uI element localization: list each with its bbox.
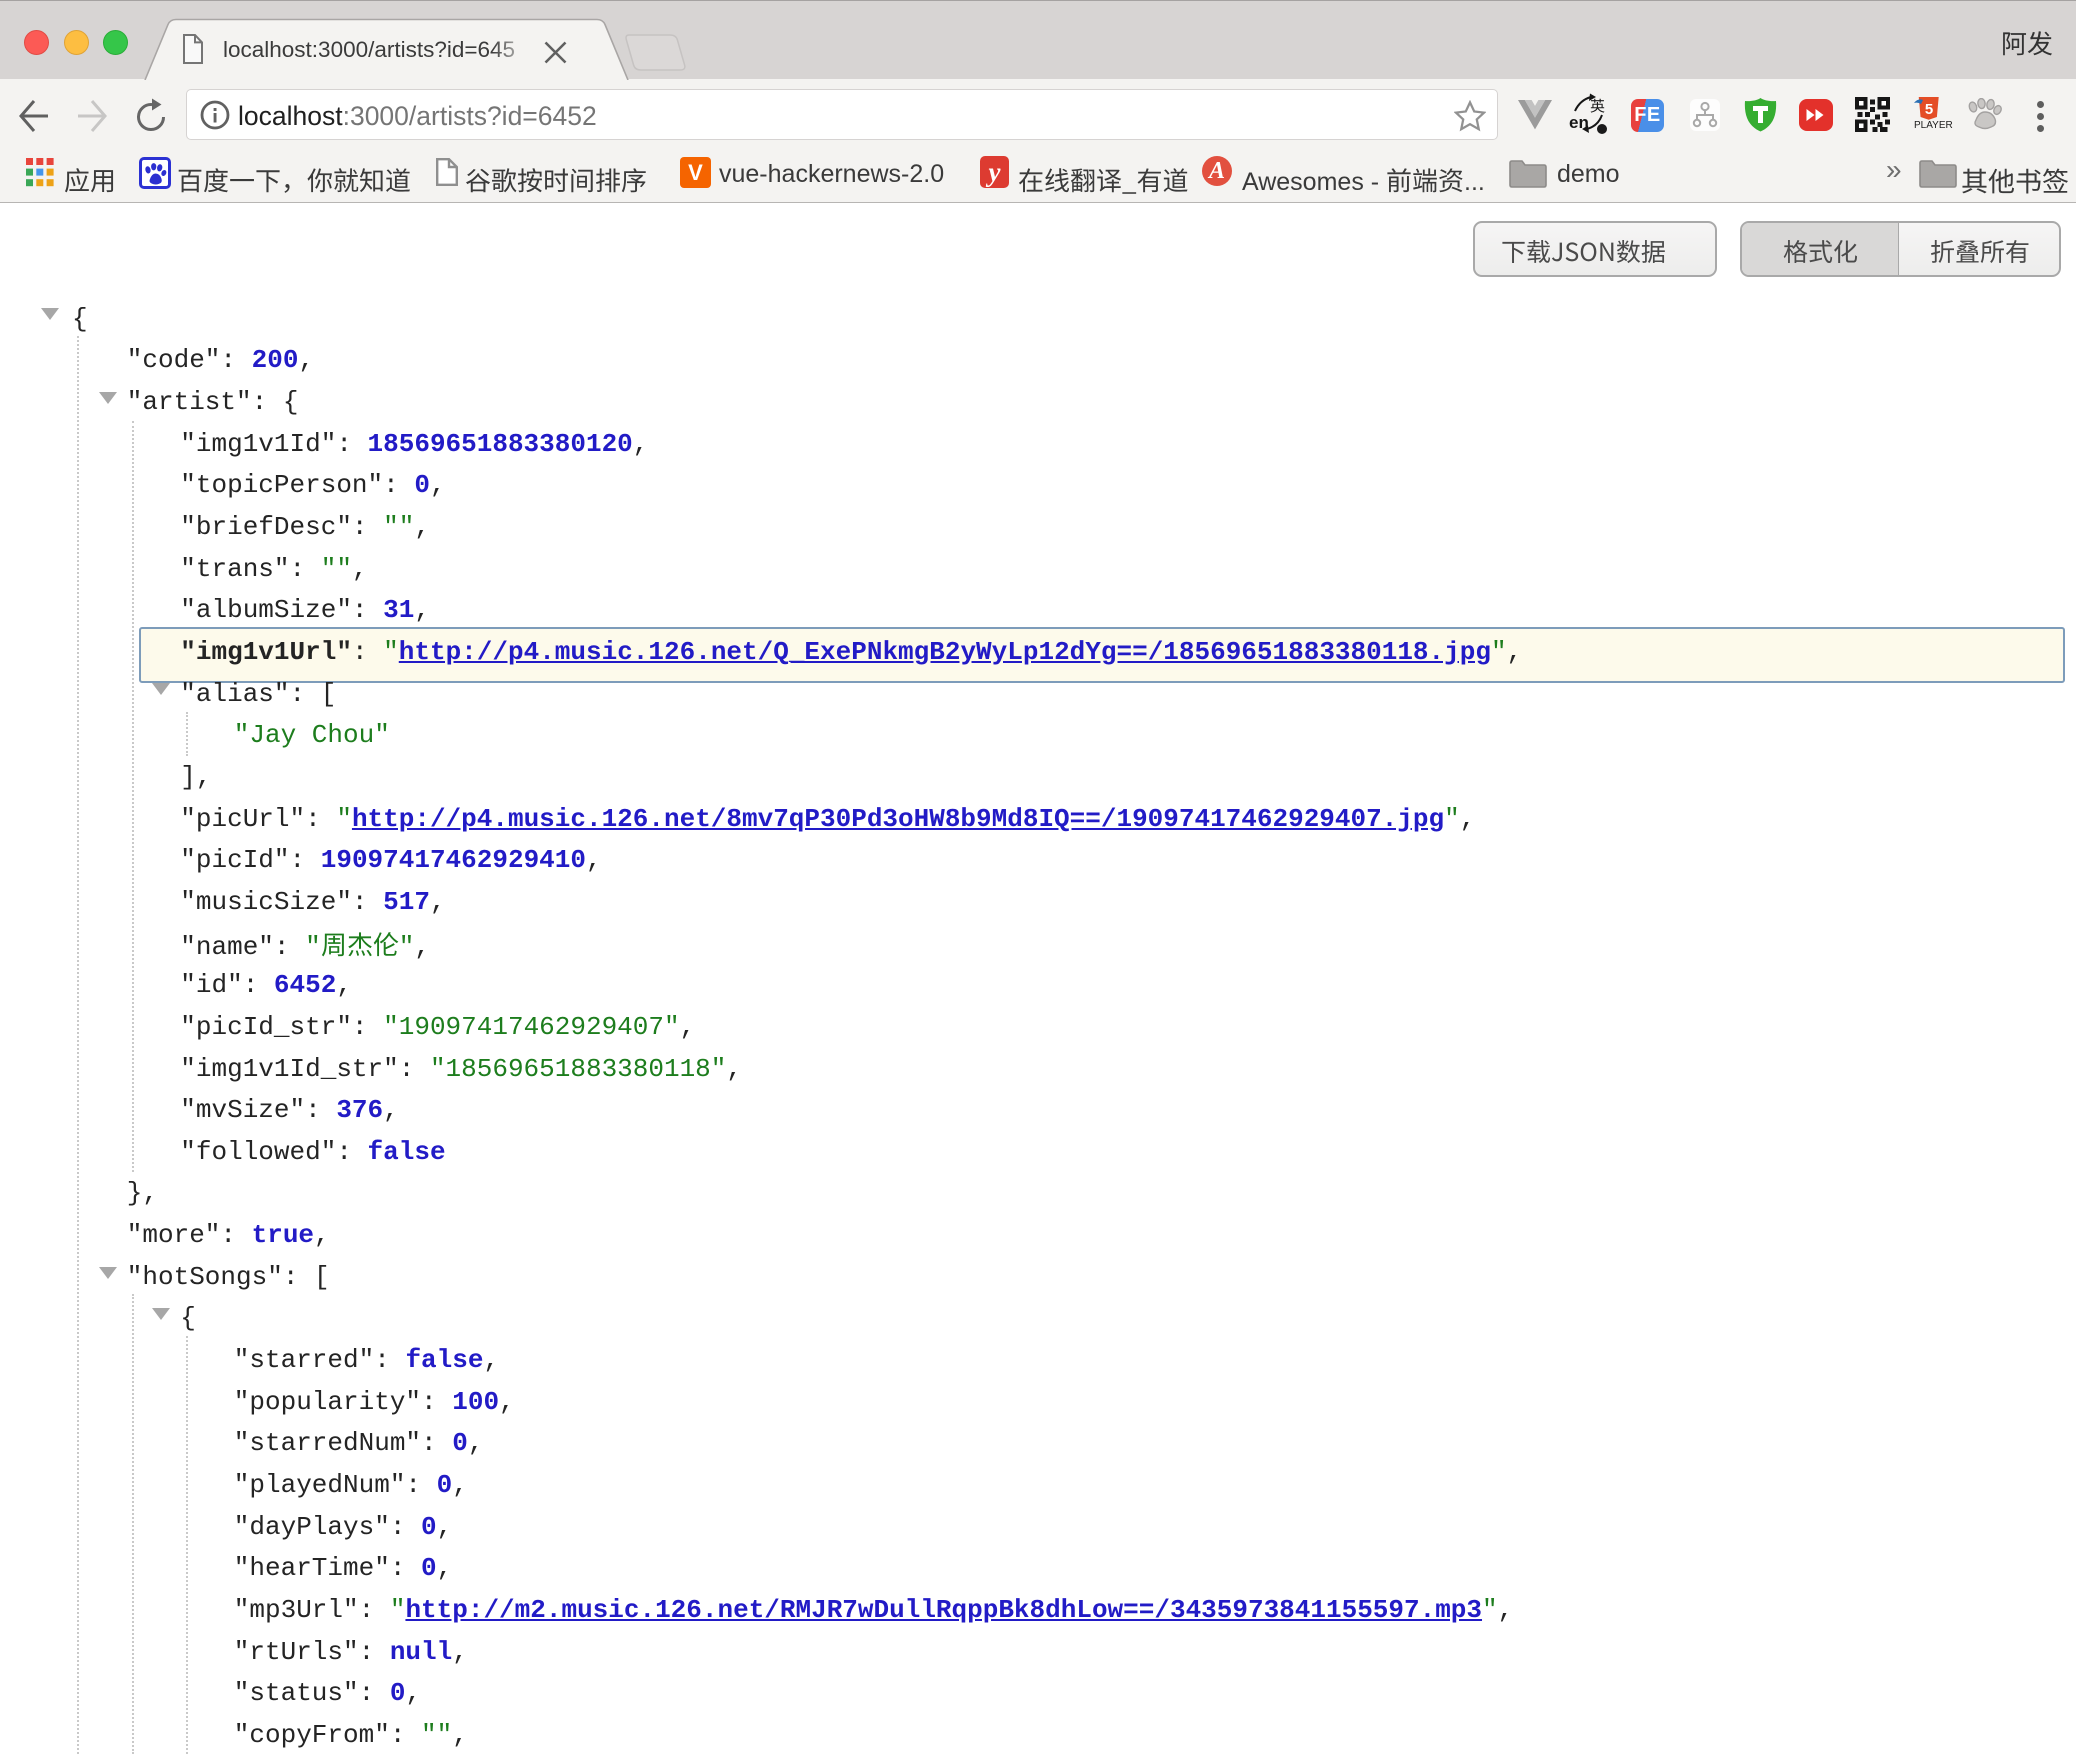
svg-text:5: 5 [1925, 101, 1933, 118]
